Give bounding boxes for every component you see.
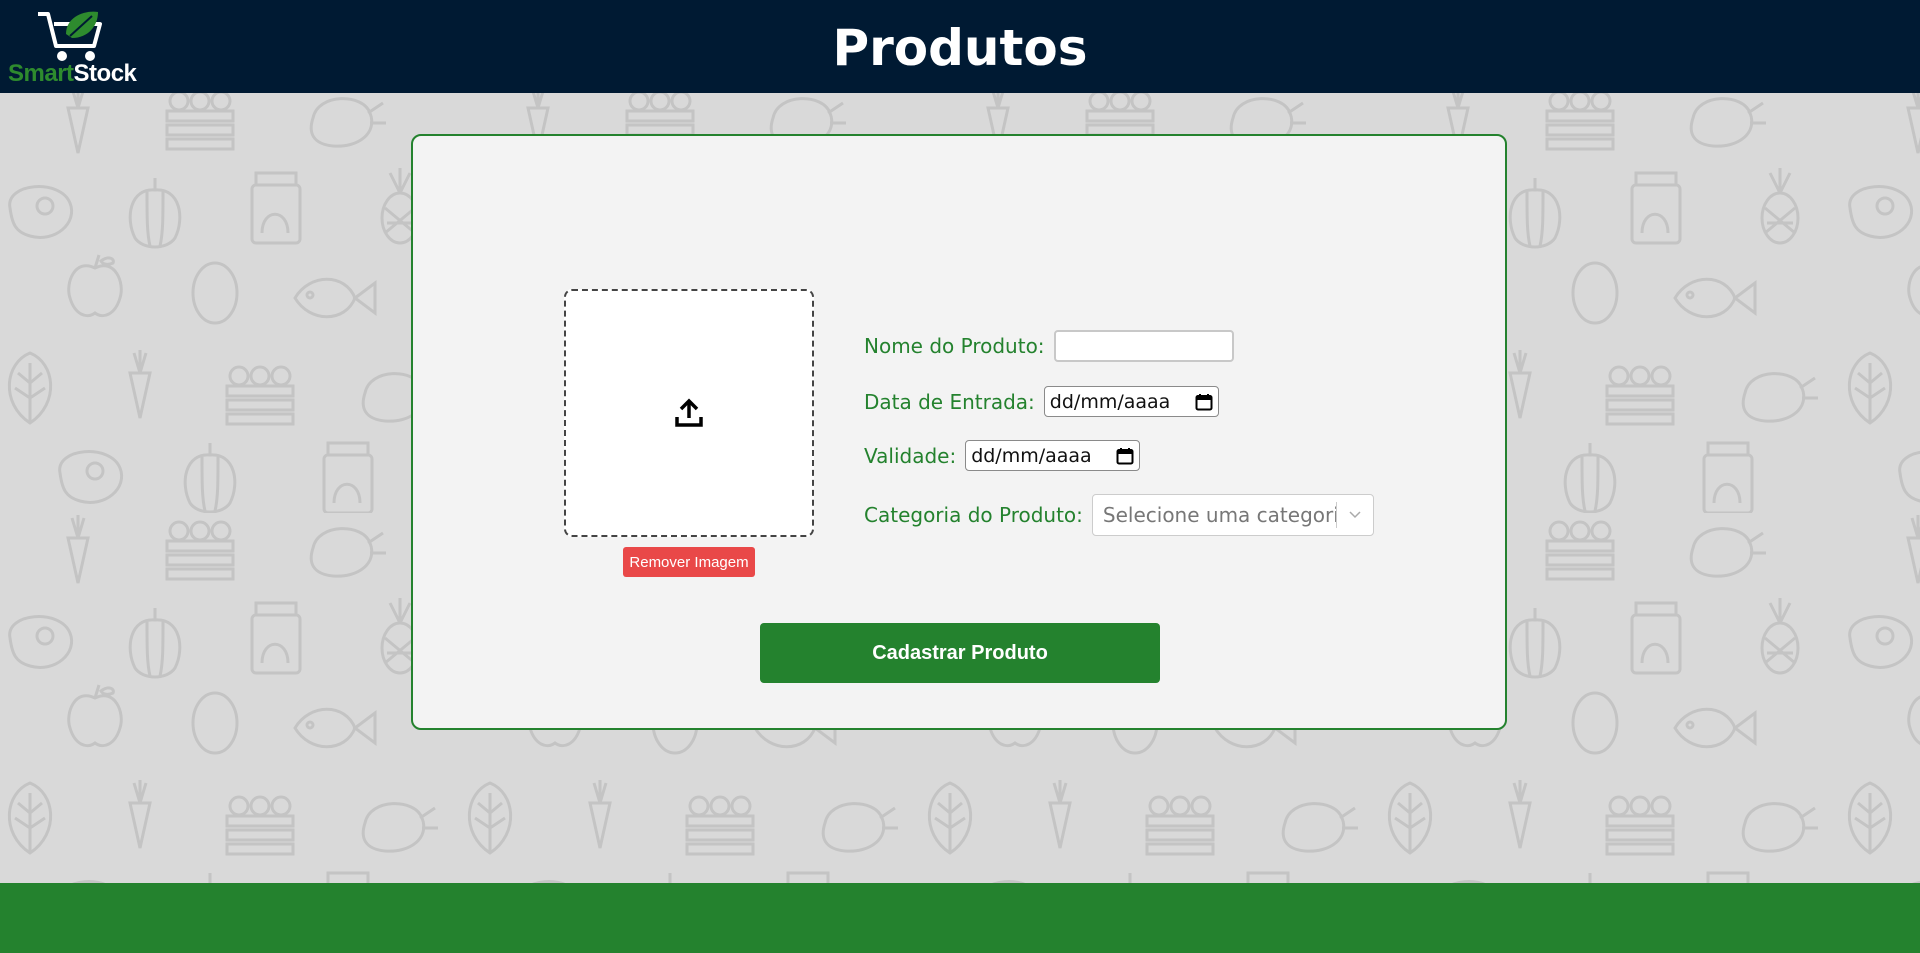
category-placeholder: Selecione uma categoria <box>1102 503 1336 527</box>
top-header: SmartStock Produtos <box>0 0 1920 93</box>
submit-product-button[interactable]: Cadastrar Produto <box>760 623 1160 683</box>
product-name-input[interactable] <box>1053 330 1234 362</box>
product-name-label: Nome do Produto: <box>864 334 1045 358</box>
product-name-row: Nome do Produto: <box>864 330 1234 362</box>
category-select[interactable]: Selecione uma categoria <box>1091 494 1374 536</box>
entry-date-value: dd/mm/aaaa <box>1049 390 1171 413</box>
remove-image-button[interactable]: Remover Imagem <box>623 547 755 577</box>
calendar-icon[interactable] <box>1116 447 1134 465</box>
chevron-down-icon[interactable] <box>1337 510 1373 520</box>
page-title: Produtos <box>832 19 1088 77</box>
calendar-icon[interactable] <box>1195 393 1213 411</box>
validity-row: Validade: dd/mm/aaaa <box>864 440 1141 471</box>
footer-bar <box>0 883 1920 953</box>
entry-date-row: Data de Entrada: dd/mm/aaaa <box>864 386 1219 417</box>
validity-label: Validade: <box>864 443 957 468</box>
category-row: Categoria do Produto: Selecione uma cate… <box>864 494 1374 536</box>
upload-icon <box>675 398 703 427</box>
entry-date-input[interactable]: dd/mm/aaaa <box>1043 386 1219 417</box>
image-upload-dropzone[interactable] <box>564 289 814 537</box>
category-label: Categoria do Produto: <box>864 503 1083 527</box>
entry-date-label: Data de Entrada: <box>864 389 1035 414</box>
validity-date-value: dd/mm/aaaa <box>971 444 1092 467</box>
validity-date-input[interactable]: dd/mm/aaaa <box>965 440 1141 471</box>
